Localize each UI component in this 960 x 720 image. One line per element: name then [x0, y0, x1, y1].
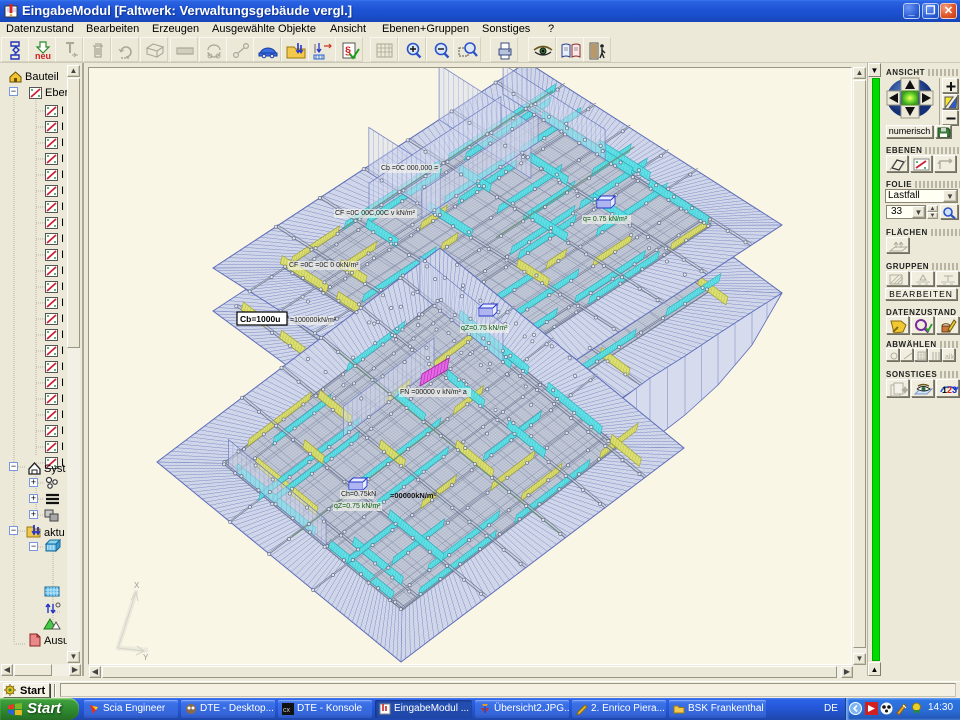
- svg-text:neu: neu: [35, 51, 51, 61]
- svg-text:qZ=0.75 kN/m²: qZ=0.75 kN/m²: [461, 325, 508, 332]
- svg-text:X: X: [134, 581, 140, 590]
- svg-text:Cb=1000u: Cb=1000u: [240, 314, 280, 324]
- svg-text:=100000kN/m²: =100000kN/m²: [290, 317, 337, 324]
- svg-text:Cb =0C 000,000 =: Cb =0C 000,000 =: [381, 165, 438, 172]
- svg-text:FN =00000 v kN/m² a: FN =00000 v kN/m² a: [400, 389, 467, 396]
- svg-text:Y: Y: [143, 653, 149, 662]
- svg-text:q= 0.75 kN/m²: q= 0.75 kN/m²: [583, 216, 628, 223]
- svg-text:CF =0C =0C 0 0kN/m²: CF =0C =0C 0 0kN/m²: [289, 262, 359, 269]
- svg-text:alle: alle: [945, 354, 955, 361]
- svg-text:=00000kN/m²: =00000kN/m²: [390, 491, 437, 500]
- svg-text:Ch=0.75kN: Ch=0.75kN: [341, 491, 376, 498]
- svg-text:qZ=0.75 kN/m²: qZ=0.75 kN/m²: [334, 503, 381, 510]
- svg-text:cx: cx: [283, 707, 291, 714]
- svg-text:123: 123: [942, 385, 957, 395]
- svg-text:CF =0C 00C,00C v kN/m²: CF =0C 00C,00C v kN/m²: [335, 210, 416, 217]
